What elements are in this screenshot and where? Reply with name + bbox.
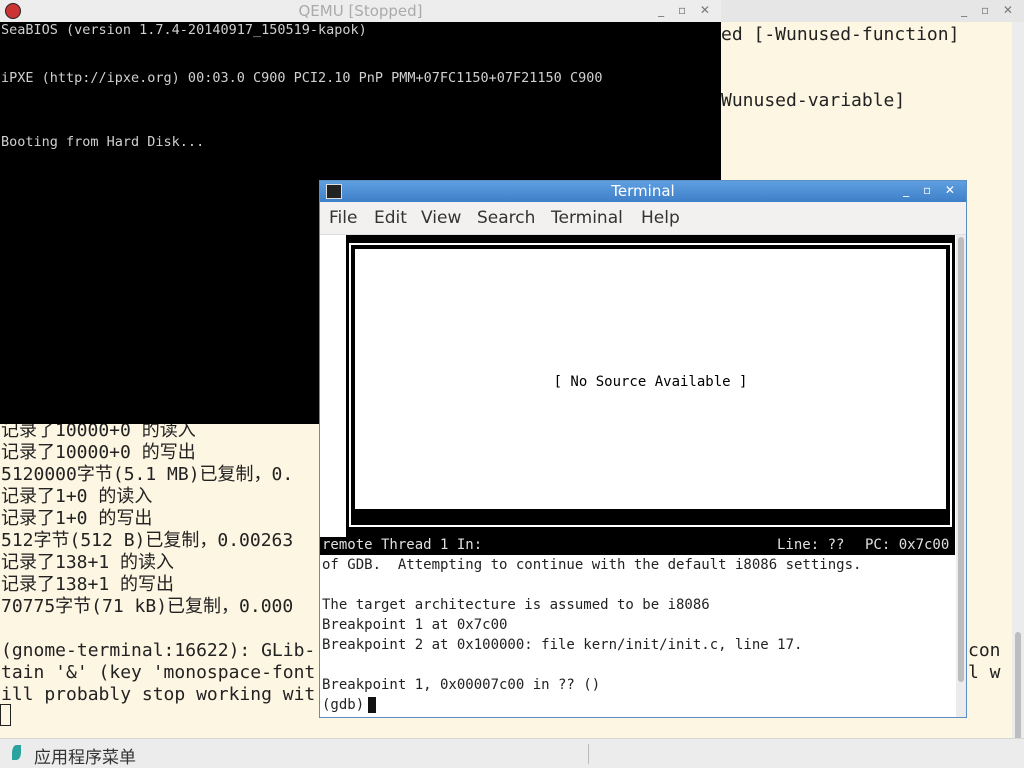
gdb-status-bar: remote Thread 1 In: Line: ?? PC: 0x7c00 xyxy=(320,537,955,555)
gdb-output-line: Breakpoint 1, 0x00007c00 in ?? () xyxy=(322,677,601,693)
bg-output-line: 记录了138+1 的读入 xyxy=(1,552,175,573)
status-pc: PC: 0x7c00 xyxy=(865,537,950,553)
gdb-scrollbar-thumb[interactable] xyxy=(958,237,964,682)
app-menu-button[interactable]: 应用程序菜单 xyxy=(34,743,136,768)
taskbar-separator xyxy=(588,744,589,764)
gdb-scrollbar[interactable] xyxy=(956,235,966,717)
bg-scrollbar-thumb[interactable] xyxy=(1015,632,1021,752)
bg-output-line: 5120000字节(5.1 MB)已复制，0. xyxy=(1,464,294,485)
source-frame-inner: [ No Source Available ] xyxy=(355,249,946,509)
gdb-menubar: File Edit View Search Terminal Help xyxy=(320,202,966,235)
gdb-window-title: Terminal xyxy=(611,182,675,200)
gdb-terminal-body[interactable]: [ No Source Available ] remote Thread 1 … xyxy=(320,235,966,717)
status-line: Line: ?? xyxy=(777,537,845,553)
menu-file[interactable]: File xyxy=(329,208,357,228)
gdb-output-line: of GDB. Attempting to continue with the … xyxy=(322,557,862,573)
menu-edit[interactable]: Edit xyxy=(374,208,407,228)
gdb-output-line: Breakpoint 1 at 0x7c00 xyxy=(322,617,508,633)
taskbar: 应用程序菜单 xyxy=(0,738,1024,768)
menu-search[interactable]: Search xyxy=(477,208,535,228)
menu-help[interactable]: Help xyxy=(641,208,680,228)
gdb-cursor xyxy=(368,697,377,713)
bg-output-line: con xyxy=(968,640,1001,661)
bg-output-line: tain '&' (key 'monospace-font xyxy=(1,662,316,683)
qemu-titlebar[interactable]: QEMU [Stopped] _ ▫ ✕ xyxy=(0,0,721,22)
menu-view[interactable]: View xyxy=(421,208,461,228)
bg-output-line: ed [-Wunused-function] xyxy=(721,24,960,45)
gdb-output-line: Breakpoint 2 at 0x100000: file kern/init… xyxy=(322,637,803,653)
source-frame: [ No Source Available ] xyxy=(349,243,952,527)
menu-terminal[interactable]: Terminal xyxy=(551,208,623,228)
qemu-window-title: QEMU [Stopped] xyxy=(298,2,423,20)
bg-output-line: 记录了138+1 的写出 xyxy=(1,574,175,595)
qemu-window-controls[interactable]: _ ▫ ✕ xyxy=(658,3,715,17)
bg-output-line: l w xyxy=(968,662,1001,683)
gdb-window-controls[interactable]: _ ▫ ✕ xyxy=(903,183,960,197)
status-thread: remote Thread 1 In: xyxy=(322,537,483,553)
bg-output-line: ill probably stop working wit xyxy=(1,684,316,705)
bg-terminal-cursor xyxy=(0,704,11,726)
bg-output-line: 记录了1+0 的写出 xyxy=(1,508,153,529)
bg-output-line: Wunused-variable] xyxy=(721,90,906,111)
bios-line: SeaBIOS (version 1.7.4-20140917_150519-k… xyxy=(1,22,367,38)
bg-scrollbar[interactable] xyxy=(1012,22,1024,752)
gdb-source-pane: [ No Source Available ] xyxy=(346,235,955,537)
gdb-prompt-line[interactable]: (gdb) xyxy=(322,697,377,713)
bg-output-line: 记录了10000+0 的写出 xyxy=(1,442,196,463)
gdb-prompt: (gdb) xyxy=(322,697,365,713)
bg-output-line: 70775字节(71 kB)已复制，0.000 xyxy=(1,596,294,617)
bg-output-line: 512字节(512 B)已复制，0.00263 xyxy=(1,530,294,551)
no-source-message: [ No Source Available ] xyxy=(553,374,748,390)
bg-output-line: (gnome-terminal:16622): GLib- xyxy=(1,640,316,661)
bios-line: Booting from Hard Disk... xyxy=(1,134,205,150)
bios-line: iPXE (http://ipxe.org) 00:03.0 C900 PCI2… xyxy=(1,70,603,86)
bg-output-line: 记录了1+0 的读入 xyxy=(1,486,153,507)
gdb-titlebar[interactable]: Terminal _ ▫ ✕ xyxy=(320,181,966,202)
app-menu-leaf-icon[interactable] xyxy=(12,745,21,760)
background-window-controls[interactable]: _ ▫ ✕ xyxy=(961,3,1018,17)
gdb-terminal-window: Terminal _ ▫ ✕ File Edit View Search Ter… xyxy=(319,180,967,718)
gdb-output-line: The target architecture is assumed to be… xyxy=(322,597,710,613)
